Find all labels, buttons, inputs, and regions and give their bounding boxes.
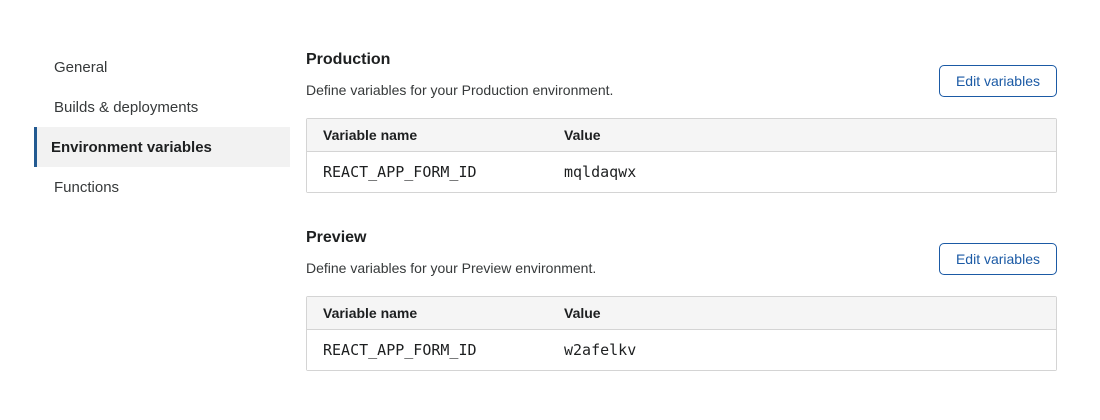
environment-variables-panel: Production Define variables for your Pro… (306, 0, 1057, 420)
production-section: Production Define variables for your Pro… (306, 50, 1057, 193)
production-edit-variables-button[interactable]: Edit variables (939, 65, 1057, 97)
variable-value-cell: w2afelkv (548, 330, 1056, 370)
settings-page: General Builds & deployments Environment… (0, 0, 1100, 420)
sidebar-item-builds-deployments[interactable]: Builds & deployments (34, 87, 290, 127)
value-column-header: Value (548, 297, 1056, 330)
value-column-header: Value (548, 119, 1056, 152)
table-row: REACT_APP_FORM_ID mqldaqwx (307, 152, 1056, 192)
sidebar-item-general[interactable]: General (34, 47, 290, 87)
sidebar-item-label: Functions (54, 179, 119, 196)
sidebar-item-environment-variables[interactable]: Environment variables (34, 127, 290, 167)
variable-name-column-header: Variable name (307, 119, 548, 152)
sidebar-item-label: Environment variables (51, 139, 212, 156)
sidebar-item-label: General (54, 59, 107, 76)
variable-value-cell: mqldaqwx (548, 152, 1056, 192)
variable-name-cell: REACT_APP_FORM_ID (307, 330, 548, 370)
preview-section: Preview Define variables for your Previe… (306, 228, 1057, 371)
preview-variables-table: Variable name Value REACT_APP_FORM_ID w2… (306, 296, 1057, 371)
table-header-row: Variable name Value (307, 297, 1056, 330)
production-variables-table: Variable name Value REACT_APP_FORM_ID mq… (306, 118, 1057, 193)
settings-sidebar: General Builds & deployments Environment… (34, 47, 290, 207)
sidebar-item-functions[interactable]: Functions (34, 167, 290, 207)
variable-name-cell: REACT_APP_FORM_ID (307, 152, 548, 192)
sidebar-item-label: Builds & deployments (54, 99, 198, 116)
preview-edit-variables-button[interactable]: Edit variables (939, 243, 1057, 275)
table-header-row: Variable name Value (307, 119, 1056, 152)
table-row: REACT_APP_FORM_ID w2afelkv (307, 330, 1056, 370)
variable-name-column-header: Variable name (307, 297, 548, 330)
